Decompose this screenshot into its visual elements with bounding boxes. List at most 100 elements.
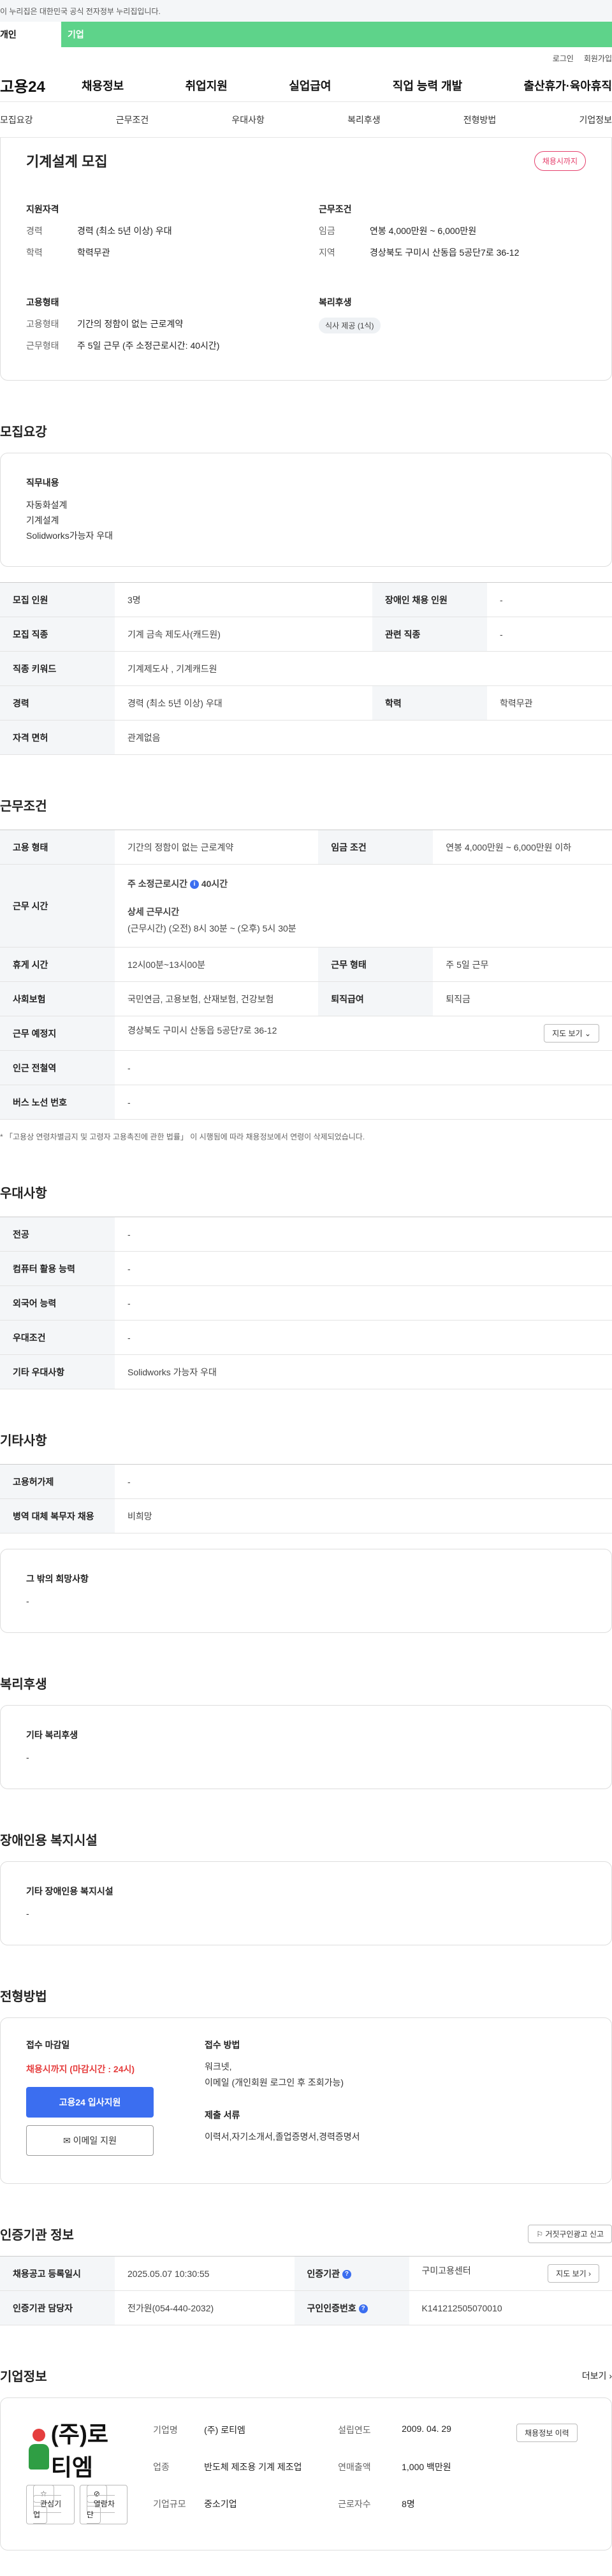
subnav-apply[interactable]: 전형방법	[463, 113, 497, 126]
weekly-hours-value: 40시간	[201, 878, 228, 889]
email-apply-button[interactable]: ✉ 이메일 지원	[26, 2125, 154, 2156]
subnav-company[interactable]: 기업정보	[579, 113, 612, 126]
more-link-label: 더보기	[581, 2370, 607, 2381]
summary-conditions: 근무조건 임금 연봉 4,000만원 ~ 6,000만원 지역 경상북도 구미시 산…	[319, 203, 586, 268]
table-row: 사회보험 국민연금, 고용보험, 산재보험, 건강보험 퇴직급여 퇴직금	[0, 981, 612, 1017]
subnav-work[interactable]: 근무조건	[116, 113, 149, 126]
table-value: -	[115, 1085, 612, 1120]
method-line: 워크넷,	[205, 2061, 232, 2072]
table-label: 임금 조건	[318, 830, 433, 865]
table-row: 전공 -	[0, 1217, 612, 1252]
favorite-company-button[interactable]: ☆ 관심기업	[26, 2485, 75, 2525]
summary-cond-title: 근무조건	[319, 204, 352, 214]
table-row: 고용허가제 -	[0, 1464, 612, 1500]
table-label: 전공	[0, 1217, 115, 1252]
table-label: 퇴직급여	[318, 981, 433, 1017]
table-value: 구미고용센터 지도 보기 ›	[409, 2256, 612, 2292]
welfare-card-title: 기타 복리후생	[26, 1730, 78, 1741]
subnav-recruit[interactable]: 모집요강	[0, 113, 33, 126]
map-button[interactable]: 지도 보기 ⌄	[544, 1024, 599, 1043]
table-row: 근무 시간 주 소정근로시간 i 40시간 상세 근무시간 (근무시간) (오전…	[0, 864, 612, 948]
company-logo: (주)로티엠	[26, 2421, 127, 2480]
signup-link[interactable]: 회원가입	[584, 53, 612, 64]
table-label: 자격 면허	[0, 720, 115, 756]
table-value: -	[115, 1320, 612, 1356]
summary-value: 경상북도 구미시 산동읍 5공단7로 36-12	[370, 247, 520, 258]
more-link[interactable]: 더보기 ›	[582, 2369, 612, 2382]
apply-card: 접수 마감일 채용시까지 (마감시간 : 24시) 고용24 입사지원 ✉ 이메…	[0, 2017, 612, 2184]
table-value: 기간의 정함이 없는 근로계약	[115, 830, 319, 865]
table-value: 기계 금속 제도사(캐드원)	[115, 617, 372, 652]
history-button[interactable]: 채용정보 이력	[516, 2424, 578, 2443]
info-value: 반도체 제조용 기계 제조업	[204, 2462, 302, 2473]
table-row: 고용 형태 기간의 정함이 없는 근로계약 임금 조건 연봉 4,000만원 ~…	[0, 830, 612, 865]
table-row: 컴퓨터 활용 능력 -	[0, 1251, 612, 1287]
agency-label: 인증기관	[307, 2268, 340, 2279]
duty-card: 직무내용 자동화설계 기계설계 Solidworks가능자 우대	[0, 453, 612, 567]
company-card: (주)로티엠 ☆ 관심기업 ⊘ 열람차단 기업명 (주) 로티엠 설립연도 20…	[0, 2397, 612, 2551]
table-value: 주 5일 근무	[433, 947, 612, 983]
table-label: 직종 키워드	[0, 651, 115, 687]
table-value: -	[115, 1050, 612, 1086]
tab-personal[interactable]: 개인	[0, 22, 61, 47]
recruit-table: 모집 인원 3명 장애인 채용 인원 - 모집 직종 기계 금속 제도사(캐드원…	[0, 582, 612, 756]
table-label: 경력	[0, 685, 115, 721]
login-link[interactable]: 로그인	[553, 53, 574, 64]
block-company-button[interactable]: ⊘ 열람차단	[79, 2485, 128, 2525]
info-value: 2009. 04. 29	[402, 2424, 451, 2434]
info-icon[interactable]: i	[189, 880, 199, 889]
gnb-jobs[interactable]: 채용정보	[82, 77, 124, 94]
summary-employment: 고용형태 고용형태 기간의 정함이 없는 근로계약 근무형태 주 5일 근무 (주 …	[26, 296, 293, 361]
note-text: 「고용상 연령차별금지 및 고령자 고용촉진에 관한 법률」 이 시행됨에 따라…	[5, 1132, 365, 1142]
section-nav: 모집요강 근무조건 우대사항 복리후생 전형방법 기업정보	[0, 102, 612, 138]
cert-no-label: 구인인증번호	[307, 2302, 356, 2313]
megaphone-icon: ⚐	[536, 2230, 543, 2239]
work-table: 고용 형태 기간의 정함이 없는 근로계약 임금 조건 연봉 4,000만원 ~…	[0, 830, 612, 1120]
gnb-job-skills[interactable]: 직업 능력 개발	[393, 77, 462, 94]
deadline-badge: 채용시까지	[534, 150, 586, 171]
subnav-pref[interactable]: 우대사항	[231, 113, 265, 126]
subnav-welfare[interactable]: 복리후생	[347, 113, 381, 126]
weekly-hours-label: 주 소정근로시간	[127, 878, 188, 889]
info-label: 기업명	[153, 2425, 178, 2436]
table-value: 전가원(054-440-2032)	[115, 2290, 295, 2326]
info-icon[interactable]: ?	[358, 2304, 368, 2314]
table-row: 휴게 시간 12시00분~13시00분 근무 형태 주 5일 근무	[0, 947, 612, 983]
cert-table: 채용공고 등록일시 2025.05.07 10:30:55 인증기관 ? 구미고…	[0, 2256, 612, 2326]
info-icon[interactable]: ?	[342, 2270, 351, 2280]
table-label: 모집 인원	[0, 582, 115, 618]
table-label: 병역 대체 복무자 채용	[0, 1498, 115, 1534]
table-value: 12시00분~13시00분	[115, 947, 319, 983]
site-logo[interactable]: 고용24	[0, 74, 82, 96]
agency-map-button[interactable]: 지도 보기 ›	[548, 2264, 599, 2283]
workplace-address: 경상북도 구미시 산동읍 5공단7로 36-12	[127, 1025, 277, 1036]
map-button-label: 지도 보기	[552, 1029, 583, 1039]
other-wish-title: 그 밖의 희망사항	[26, 1574, 89, 1584]
info-label: 설립연도	[338, 2425, 371, 2436]
gnb-parental-leave[interactable]: 출산휴가·육아휴직	[524, 77, 612, 94]
other-section-title: 기타사항	[0, 1434, 47, 1449]
table-value: 경상북도 구미시 산동읍 5공단7로 36-12 지도 보기 ⌄	[115, 1016, 612, 1051]
table-value: 국민연금, 고용보험, 산재보험, 건강보험	[115, 981, 319, 1017]
table-label: 관련 직종	[372, 617, 487, 652]
summary-value: 연봉 4,000만원 ~ 6,000만원	[370, 226, 477, 236]
summary-welfare-title: 복리후생	[319, 297, 352, 307]
welfare-chip: 식사 제공 (1식)	[319, 318, 381, 333]
gnb-unemployment-benefit[interactable]: 실업급여	[289, 77, 331, 94]
table-row: 모집 인원 3명 장애인 채용 인원 -	[0, 582, 612, 618]
tab-company[interactable]: 기업	[61, 22, 122, 47]
table-value: 학력무관	[486, 685, 612, 721]
info-value: (주) 로티엠	[204, 2425, 245, 2436]
info-value: 중소기업	[204, 2499, 237, 2510]
apply-button[interactable]: 고용24 입사지원	[26, 2086, 154, 2118]
detail-hours-value: (근무시간) (오전) 8시 30분 ~ (오후) 5시 30분	[127, 923, 296, 933]
report-button[interactable]: ⚐ 거짓구인광고 신고	[528, 2225, 612, 2244]
other-table: 고용허가제 - 병역 대체 복무자 채용 비희망	[0, 1464, 612, 1534]
info-label: 기업규모	[153, 2499, 186, 2510]
welfare-card: 기타 복리후생 -	[0, 1705, 612, 1789]
info-value: 8명	[402, 2499, 415, 2510]
gnb-employment-support[interactable]: 취업지원	[186, 77, 228, 94]
apply-section-title: 전형방법	[0, 1989, 47, 2004]
info-label: 연매출액	[338, 2462, 371, 2473]
pref-table: 전공 - 컴퓨터 활용 능력 - 외국어 능력 - 우대조건 - 기타 우대사항 Soli…	[0, 1217, 612, 1390]
